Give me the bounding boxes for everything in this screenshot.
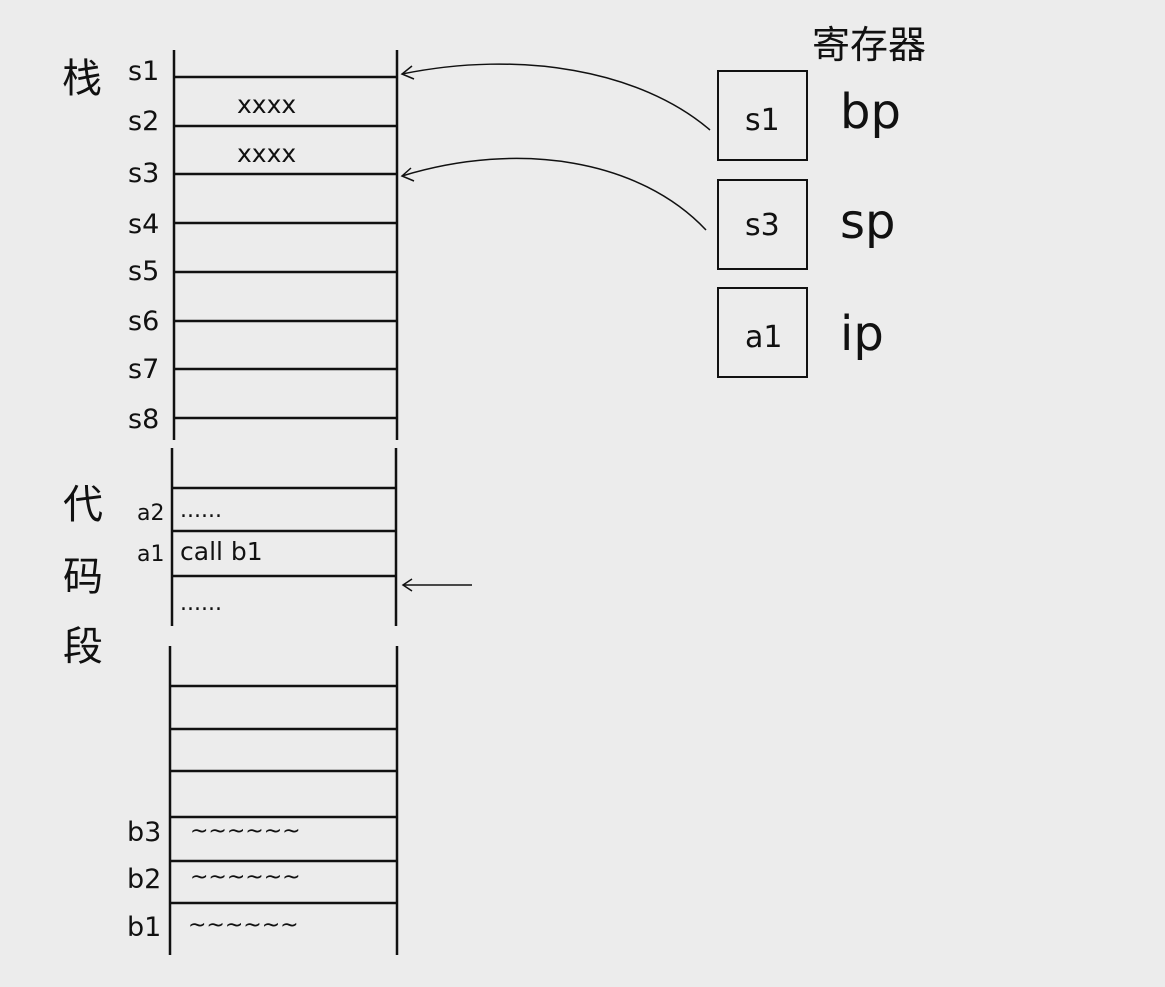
bp-pointer-arrow bbox=[401, 63, 711, 131]
code-cell-call: call b1 bbox=[180, 537, 263, 566]
stack-label-s5: s5 bbox=[128, 256, 159, 287]
code-cell-value: ...... bbox=[180, 498, 222, 523]
function-label-b2: b2 bbox=[127, 864, 161, 895]
stack-label-s6: s6 bbox=[128, 306, 159, 337]
function-cell-value: ~~~~~~ bbox=[190, 819, 301, 844]
function-label-b3: b3 bbox=[127, 817, 161, 848]
stack-label-s1: s1 bbox=[128, 56, 159, 87]
stack-title: 栈 bbox=[62, 56, 102, 102]
pointer-arrows bbox=[400, 63, 711, 592]
stack-label-s3: s3 bbox=[128, 158, 159, 189]
function-block bbox=[168, 646, 399, 955]
register-value-bp: s1 bbox=[745, 103, 780, 138]
code-title-char: 代 bbox=[63, 482, 103, 528]
stack-cell-value: xxxx bbox=[237, 90, 296, 119]
register-name-bp: bp bbox=[840, 84, 901, 140]
stack-label-s4: s4 bbox=[128, 209, 159, 240]
function-label-b1: b1 bbox=[127, 912, 161, 943]
code-label-a2: a2 bbox=[137, 501, 164, 526]
code-label-a1: a1 bbox=[137, 542, 164, 567]
code-title-char: 段 bbox=[63, 624, 103, 670]
code-cell-value: ...... bbox=[180, 591, 222, 616]
function-cell-value: ~~~~~~ bbox=[190, 865, 301, 890]
stack-frame-diagram: 栈 s1 s2 s3 s4 s5 s6 s7 s8 xxxx xxxx 代 码 … bbox=[62, 23, 926, 955]
stack-cell-value: xxxx bbox=[237, 139, 296, 168]
register-value-ip: a1 bbox=[745, 320, 782, 355]
sp-pointer-arrow bbox=[401, 157, 707, 231]
stack-label-s7: s7 bbox=[128, 354, 159, 385]
stack-label-s8: s8 bbox=[128, 404, 159, 435]
register-name-ip: ip bbox=[840, 306, 884, 362]
registers-title: 寄存器 bbox=[812, 23, 926, 67]
register-value-sp: s3 bbox=[745, 208, 780, 243]
register-name-sp: sp bbox=[840, 194, 895, 250]
function-cell-value: ~~~~~~ bbox=[188, 913, 299, 938]
stack-label-s2: s2 bbox=[128, 106, 159, 137]
code-title-char: 码 bbox=[63, 554, 103, 600]
